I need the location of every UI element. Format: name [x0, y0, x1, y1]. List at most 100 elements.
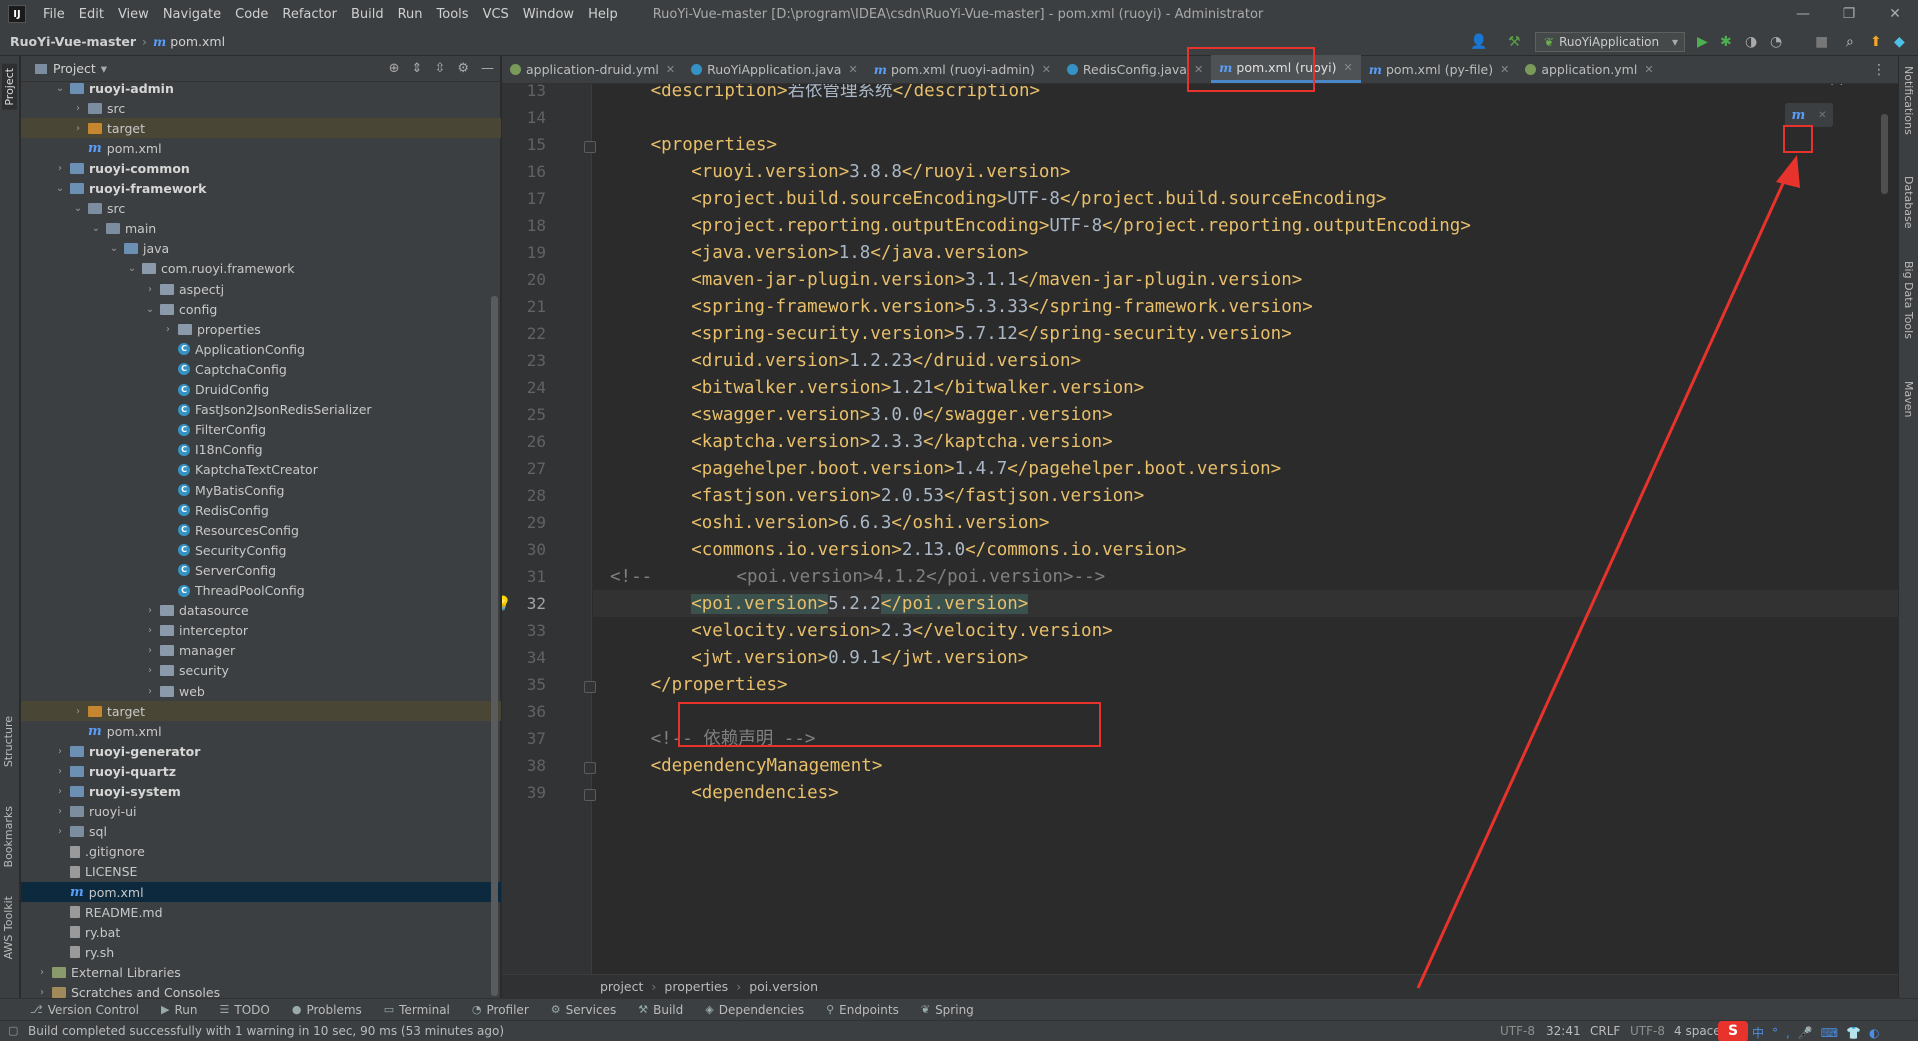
chevron-right-icon[interactable]: ›: [143, 625, 157, 636]
tree-item[interactable]: README.md: [21, 902, 501, 922]
update-icon[interactable]: ⬆: [1870, 34, 1882, 50]
status-toggle-icon[interactable]: ▢: [8, 1024, 18, 1037]
chevron-down-icon[interactable]: ⌄: [143, 304, 157, 315]
tree-item[interactable]: › target: [21, 118, 501, 139]
chevron-down-icon[interactable]: ⌄: [53, 83, 67, 94]
structure-tool-button[interactable]: Structure: [2, 716, 15, 767]
debug-icon[interactable]: ✱: [1720, 34, 1732, 50]
close-tab-icon[interactable]: ✕: [1343, 61, 1352, 74]
tree-item[interactable]: ⌄ config: [21, 299, 501, 319]
tree-item[interactable]: C CaptchaConfig: [21, 359, 501, 379]
tree-item[interactable]: › datasource: [21, 601, 501, 621]
chevron-up-icon[interactable]: ︿: [1831, 84, 1843, 88]
user-icon[interactable]: 👤: [1470, 34, 1487, 50]
close-tab-icon[interactable]: ✕: [1644, 63, 1653, 76]
tree-item[interactable]: ⌄ main: [21, 219, 501, 239]
tree-item[interactable]: › interceptor: [21, 621, 501, 641]
run-icon[interactable]: ▶: [1697, 34, 1708, 50]
plugin-icon[interactable]: ◆: [1894, 34, 1905, 50]
tree-item[interactable]: › ruoyi-generator: [21, 741, 501, 761]
tool-window-version-control[interactable]: ⎇ Version Control: [30, 1003, 139, 1017]
inspection-widget[interactable]: ⚠ 1 ✓10 ︿ ﹀: [1761, 84, 1858, 88]
menu-help[interactable]: Help: [581, 7, 625, 22]
breadcrumb-item[interactable]: poi.version: [749, 979, 818, 994]
tool-window-problems[interactable]: ● Problems: [292, 1003, 362, 1017]
editor-tab[interactable]: application-druid.yml ✕: [502, 55, 683, 83]
tool-window-build[interactable]: ⚒ Build: [638, 1003, 683, 1017]
tree-item[interactable]: C ServerConfig: [21, 560, 501, 580]
tree-item[interactable]: C FastJson2JsonRedisSerializer: [21, 400, 501, 420]
chevron-right-icon[interactable]: ›: [53, 826, 67, 837]
status-encoding[interactable]: UTF-8: [1630, 1024, 1665, 1038]
ime-logo-icon[interactable]: S: [1718, 1021, 1748, 1041]
minimize-icon[interactable]: —: [1780, 0, 1826, 28]
tree-item[interactable]: m pom.xml: [21, 721, 501, 741]
menu-build[interactable]: Build: [344, 7, 391, 22]
tool-window-spring[interactable]: ❦ Spring: [921, 1003, 974, 1017]
close-window-icon[interactable]: ✕: [1872, 0, 1918, 28]
status-caret-position[interactable]: 32:41: [1546, 1024, 1581, 1038]
breadcrumb-item[interactable]: project: [600, 979, 643, 994]
chevron-right-icon[interactable]: ›: [143, 605, 157, 616]
tree-item[interactable]: C MyBatisConfig: [21, 480, 501, 500]
chevron-down-icon[interactable]: ⌄: [125, 263, 139, 274]
stop-icon[interactable]: ■: [1815, 34, 1828, 50]
tool-window-services[interactable]: ⚙ Services: [551, 1003, 616, 1017]
tree-item[interactable]: ⌄ ruoyi-admin: [21, 78, 501, 98]
run-config-select[interactable]: ❦ RuoYiApplication ▾: [1535, 32, 1685, 52]
menu-window[interactable]: Window: [516, 7, 581, 22]
tree-item[interactable]: › ruoyi-system: [21, 782, 501, 802]
tree-item[interactable]: C SecurityConfig: [21, 540, 501, 560]
nav-file[interactable]: pom.xml: [170, 34, 225, 49]
tree-item[interactable]: › security: [21, 661, 501, 681]
chevron-right-icon[interactable]: ›: [71, 706, 85, 717]
tree-item[interactable]: ⌄ java: [21, 239, 501, 259]
editor-tab[interactable]: application.yml ✕: [1517, 55, 1661, 83]
chevron-down-icon[interactable]: ⌄: [71, 203, 85, 214]
ime-toolbar-icon[interactable]: 中°,🎤⌨👕◐: [1752, 1024, 1888, 1041]
code-editor[interactable]: 13 14 15 16 17 18 19 20 21 22 23 24 25 26 27 28 29 30 31 💡 3…: [502, 84, 1898, 974]
tree-item[interactable]: LICENSE: [21, 862, 501, 882]
tree-item[interactable]: › External Libraries: [21, 962, 501, 982]
coverage-icon[interactable]: ◑: [1745, 34, 1757, 50]
tree-item[interactable]: › sql: [21, 822, 501, 842]
more-tabs-icon[interactable]: ⋮: [1872, 62, 1886, 78]
profile-icon[interactable]: ◔: [1770, 34, 1782, 50]
maven-reload-icon[interactable]: m: [1791, 108, 1805, 123]
chevron-down-icon[interactable]: ▾: [101, 61, 107, 76]
fold-marker-icon[interactable]: [584, 789, 596, 801]
tree-item[interactable]: C DruidConfig: [21, 380, 501, 400]
build-hammer-icon[interactable]: ⚒: [1508, 34, 1521, 50]
chevron-right-icon[interactable]: ›: [35, 967, 49, 978]
tree-item[interactable]: › ruoyi-common: [21, 158, 501, 178]
menu-tools[interactable]: Tools: [430, 7, 476, 22]
chevron-right-icon[interactable]: ›: [161, 324, 175, 335]
code-line[interactable]: <dependencies>: [691, 777, 839, 810]
big-data-tools-button[interactable]: Big Data Tools: [1902, 261, 1915, 339]
tree-item[interactable]: › target: [21, 701, 501, 722]
tree-item[interactable]: › web: [21, 681, 501, 701]
tool-window-run[interactable]: ▶ Run: [161, 1003, 197, 1017]
tree-item[interactable]: m pom.xml: [21, 882, 501, 902]
tree-item[interactable]: › src: [21, 98, 501, 118]
hide-icon[interactable]: —: [481, 61, 494, 76]
tree-item[interactable]: C RedisConfig: [21, 500, 501, 520]
chevron-right-icon[interactable]: ›: [143, 284, 157, 295]
tree-item[interactable]: C KaptchaTextCreator: [21, 460, 501, 480]
tree-item[interactable]: C ThreadPoolConfig: [21, 581, 501, 601]
status-line-separator[interactable]: CRLF: [1590, 1024, 1620, 1038]
chevron-down-icon[interactable]: ⌄: [53, 183, 67, 194]
chevron-right-icon[interactable]: ›: [53, 766, 67, 777]
collapse-all-icon[interactable]: ⇳: [434, 61, 445, 76]
tree-item[interactable]: › ruoyi-quartz: [21, 761, 501, 781]
breadcrumb-item[interactable]: properties: [664, 979, 728, 994]
close-icon[interactable]: ✕: [1818, 110, 1826, 121]
aws-toolkit-button[interactable]: AWS Toolkit: [2, 896, 15, 959]
chevron-right-icon[interactable]: ›: [53, 806, 67, 817]
menu-file[interactable]: File: [36, 7, 72, 22]
code-line[interactable]: </properties>: [651, 669, 788, 702]
tree-item[interactable]: › manager: [21, 641, 501, 661]
editor-tab[interactable]: m pom.xml (py-file) ✕: [1361, 55, 1518, 83]
chevron-right-icon[interactable]: ›: [71, 123, 85, 134]
restore-icon[interactable]: ❐: [1826, 0, 1872, 28]
